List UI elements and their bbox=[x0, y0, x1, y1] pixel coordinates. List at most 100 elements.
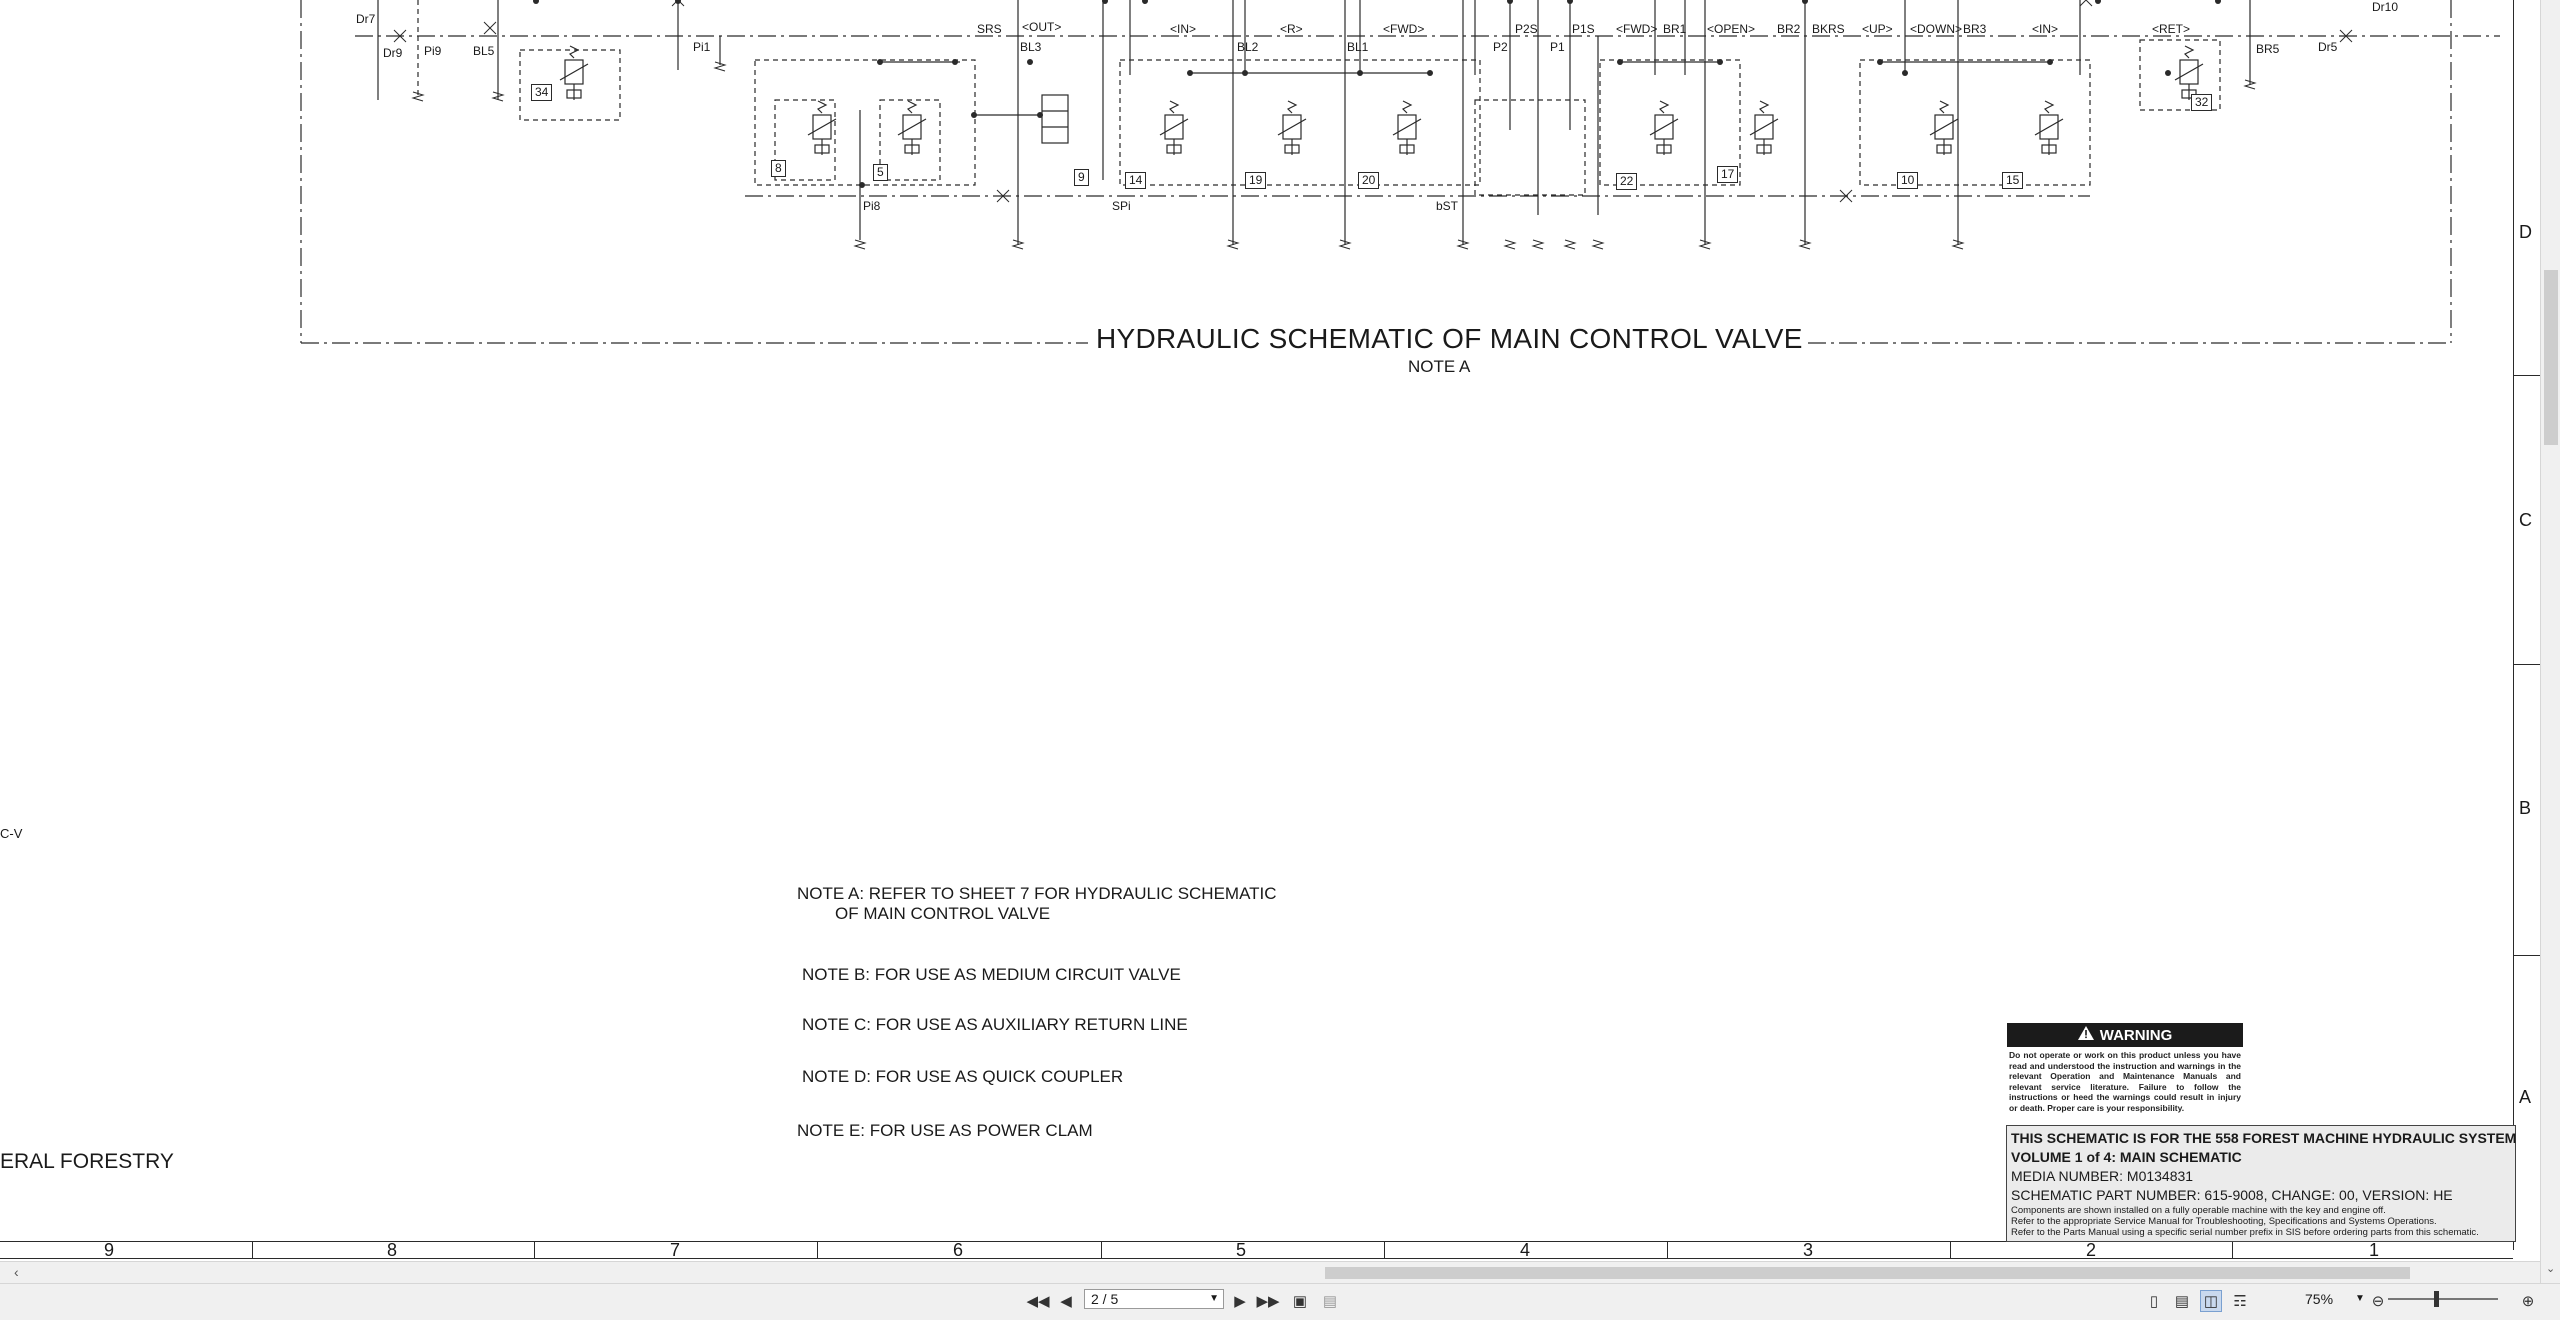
last-page-icon[interactable]: ▶▶ bbox=[1256, 1290, 1279, 1312]
schematic-document: HYDRAULIC SCHEMATIC OF MAIN CONTROL VALV… bbox=[0, 0, 2560, 1319]
scroll-left-icon[interactable]: ‹ bbox=[14, 1264, 19, 1280]
schematic-subtitle: NOTE A bbox=[1408, 357, 1471, 376]
port-label: BR5 bbox=[2256, 42, 2280, 56]
horizontal-scrollbar[interactable]: ‹ bbox=[0, 1261, 2540, 1284]
page-number-field[interactable]: 2 / 5 ▼ bbox=[1084, 1289, 1224, 1309]
fit-width-icon[interactable]: ▤ bbox=[1320, 1290, 1340, 1312]
column-label-3: 3 bbox=[1803, 1240, 1814, 1260]
port-label: BL2 bbox=[1237, 40, 1259, 54]
column-label-2: 2 bbox=[2086, 1240, 2097, 1260]
relief-valve-symbol bbox=[807, 100, 837, 155]
note-b: NOTE B: FOR USE AS MEDIUM CIRCUIT VALVE bbox=[802, 965, 1181, 984]
first-page-icon[interactable]: ◀◀ bbox=[1026, 1290, 1049, 1312]
zone-border-right bbox=[2513, 0, 2514, 1250]
junction-dot bbox=[1877, 59, 1883, 65]
zone-label-d: D bbox=[2519, 222, 2532, 242]
component-number-box: 19 bbox=[1245, 172, 1267, 189]
page-dropdown-icon[interactable]: ▼ bbox=[1209, 1290, 1219, 1308]
column-strip-bottom bbox=[0, 1258, 2513, 1259]
vertical-scrollbar[interactable]: ⌄ bbox=[2540, 0, 2560, 1283]
junction-dot bbox=[675, 0, 681, 4]
zoom-slider-handle[interactable] bbox=[2434, 1291, 2439, 1307]
port-label: BL5 bbox=[473, 44, 495, 58]
info-media-number: MEDIA NUMBER: M0134831 bbox=[2011, 1168, 2194, 1184]
warning-body: Do not operate or work on this product u… bbox=[2009, 1050, 2241, 1113]
column-label-8: 8 bbox=[387, 1240, 398, 1260]
junction-dot bbox=[1027, 59, 1033, 65]
port-label: <FWD> bbox=[1383, 22, 1425, 36]
junction-dot bbox=[1242, 70, 1248, 76]
vertical-scroll-thumb[interactable] bbox=[2544, 270, 2558, 445]
port-label: Dr9 bbox=[383, 46, 403, 60]
zoom-in-icon[interactable]: ⊕ bbox=[2518, 1290, 2538, 1312]
facing-view-icon[interactable]: ◫ bbox=[2200, 1290, 2222, 1312]
zoom-out-icon[interactable]: ⊖ bbox=[2368, 1290, 2388, 1312]
drain-symbol bbox=[1951, 239, 1965, 250]
component-number-box: 10 bbox=[1897, 172, 1919, 189]
component-number-box: 5 bbox=[873, 164, 888, 181]
port-label: BR1 bbox=[1663, 22, 1687, 36]
junction-dot bbox=[1357, 70, 1363, 76]
relief-valve-symbol bbox=[2034, 100, 2064, 155]
column-label-9: 9 bbox=[104, 1240, 115, 1260]
component-number-box: 14 bbox=[1125, 172, 1147, 189]
continuous-facing-view-icon[interactable]: ☶ bbox=[2230, 1290, 2250, 1312]
zoom-field[interactable]: 75% ▼ bbox=[2275, 1289, 2365, 1309]
cut-off-forestry-label: ERAL FORESTRY bbox=[0, 1150, 174, 1173]
junction-dot bbox=[1617, 59, 1623, 65]
port-label: P2 bbox=[1493, 40, 1508, 54]
relief-valve-symbol bbox=[1392, 100, 1422, 155]
zoom-slider-track[interactable] bbox=[2388, 1298, 2498, 1300]
single-page-view-icon[interactable]: ▯ bbox=[2144, 1290, 2164, 1312]
fit-page-icon[interactable]: ▣ bbox=[1290, 1290, 1310, 1312]
drain-symbol bbox=[411, 91, 425, 102]
continuous-view-icon[interactable]: ▤ bbox=[2172, 1290, 2192, 1312]
drain-symbol bbox=[1011, 239, 1025, 250]
junction-dot bbox=[1567, 0, 1573, 4]
port-label: P1S bbox=[1572, 22, 1595, 36]
junction-dot bbox=[533, 0, 539, 4]
component-number-box: 32 bbox=[2191, 94, 2213, 111]
drain-symbol bbox=[1503, 239, 1517, 250]
next-page-icon[interactable]: ▶ bbox=[1232, 1290, 1248, 1312]
junction-dot bbox=[859, 182, 865, 188]
page-number-value: 2 / 5 bbox=[1091, 1291, 1119, 1307]
previous-page-icon[interactable]: ◀ bbox=[1058, 1290, 1074, 1312]
viewer-toolbar: ◀◀ ◀ ▶ ▶▶ ▣ ▤ ▯ ▤ ◫ ☶ ⊖ ⊕ bbox=[0, 1283, 2560, 1320]
relief-valve-symbol bbox=[2174, 45, 2204, 100]
horizontal-scroll-thumb[interactable] bbox=[1325, 1267, 2410, 1279]
junction-dot bbox=[2165, 70, 2171, 76]
relief-valve-symbol bbox=[1159, 100, 1189, 155]
column-label-6: 6 bbox=[953, 1240, 964, 1260]
zone-label-a: A bbox=[2519, 1087, 2532, 1107]
component-number-box: 15 bbox=[2002, 172, 2024, 189]
component-number-box: 22 bbox=[1616, 173, 1638, 190]
zoom-dropdown-icon[interactable]: ▼ bbox=[2355, 1289, 2365, 1309]
port-label: <IN> bbox=[2032, 22, 2059, 36]
junction-dot bbox=[1187, 70, 1193, 76]
solenoid-valve-symbol bbox=[1041, 94, 1069, 144]
port-label: <UP> bbox=[1862, 22, 1893, 36]
note-c: NOTE C: FOR USE AS AUXILIARY RETURN LINE bbox=[802, 1015, 1188, 1034]
warning-heading: WARNING bbox=[2099, 1026, 2173, 1044]
port-label: Pi9 bbox=[424, 44, 442, 58]
port-label: Dr7 bbox=[356, 12, 376, 26]
info-note-2: Refer to the appropriate Service Manual … bbox=[2011, 1216, 2437, 1227]
warning-box: WARNING Do not operate or work on this p… bbox=[2007, 1023, 2243, 1116]
junction-dot bbox=[1507, 0, 1513, 4]
port-label: bST bbox=[1436, 199, 1459, 213]
port-label: <OUT> bbox=[1022, 20, 1062, 34]
drain-symbol bbox=[713, 61, 727, 72]
warning-triangle-icon bbox=[2077, 1026, 2094, 1044]
zone-label-b: B bbox=[2519, 798, 2532, 818]
component-number-box: 9 bbox=[1074, 169, 1089, 186]
port-label: BR3 bbox=[1963, 22, 1987, 36]
drain-symbol bbox=[491, 91, 505, 102]
component-number-box: 8 bbox=[771, 160, 786, 177]
port-label: <OPEN> bbox=[1707, 22, 1756, 36]
relief-valve-symbol bbox=[1749, 100, 1779, 155]
junction-dot bbox=[1037, 112, 1043, 118]
relief-valve-symbol bbox=[1649, 100, 1679, 155]
port-label: SPi bbox=[1112, 199, 1131, 213]
scroll-down-icon[interactable]: ⌄ bbox=[2546, 1262, 2555, 1275]
